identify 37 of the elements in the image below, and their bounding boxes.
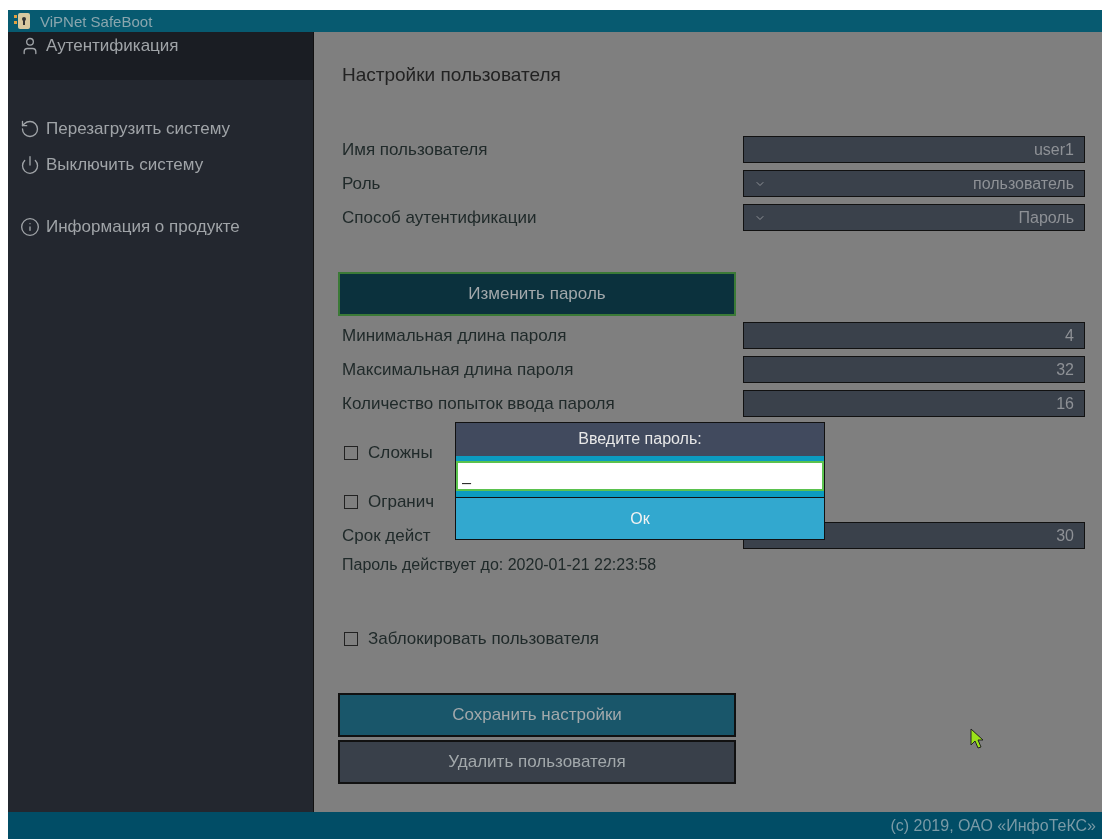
save-button[interactable]: Сохранить настройки	[338, 693, 736, 737]
field-label: Срок дейст	[341, 525, 431, 546]
restart-icon	[20, 119, 40, 139]
field-label: Роль	[341, 173, 381, 194]
window-title: ViPNet SafeBoot	[40, 12, 153, 30]
field-label: Способ аутентификации	[341, 207, 537, 228]
field-label: Максимальная длина пароля	[341, 359, 574, 380]
checkbox[interactable]	[344, 445, 358, 460]
sidebar-item[interactable]: Информация о продукте	[8, 214, 313, 240]
field-label: Имя пользователя	[341, 139, 488, 160]
sidebar-item[interactable]: Выключить систему	[8, 152, 313, 178]
password-field[interactable]: _	[456, 461, 824, 491]
input-field[interactable]: 32	[743, 356, 1085, 383]
input-field[interactable]: user1	[743, 136, 1085, 163]
lock-logo-icon	[14, 13, 32, 29]
power-icon	[20, 155, 40, 175]
checkbox-label: Огранич	[367, 491, 435, 512]
checkbox-label: Сложны	[367, 442, 433, 463]
input-field[interactable]: 16	[743, 390, 1085, 417]
checkbox-label: Заблокировать пользователя	[367, 628, 600, 649]
dropdown[interactable]: Пароль	[743, 204, 1085, 231]
field-label: Минимальная длина пароля	[341, 325, 567, 346]
input-field[interactable]: 4	[743, 322, 1085, 349]
field-label: Количество попыток ввода пароля	[341, 393, 615, 414]
change-password-button[interactable]: Изменить пароль	[338, 272, 736, 316]
expiry-text: Пароль действует до: 2020-01-21 22:23:58	[341, 556, 657, 574]
sidebar-item[interactable]: Аутентификация	[8, 32, 313, 80]
dropdown[interactable]: пользователь	[743, 170, 1085, 197]
sidebar-item[interactable]: Перезагрузить систему	[8, 116, 313, 142]
page-heading: Настройки пользователя	[342, 64, 561, 86]
info-icon	[20, 217, 40, 237]
checkbox[interactable]	[344, 631, 358, 646]
checkbox[interactable]	[344, 494, 358, 509]
cursor-icon	[970, 728, 984, 750]
copyright-text: (с) 2019, ОАО «ИнфоТеКС»	[890, 816, 1096, 835]
ok-button[interactable]: Ок	[456, 497, 824, 539]
delete-button[interactable]: Удалить пользователя	[338, 740, 736, 784]
